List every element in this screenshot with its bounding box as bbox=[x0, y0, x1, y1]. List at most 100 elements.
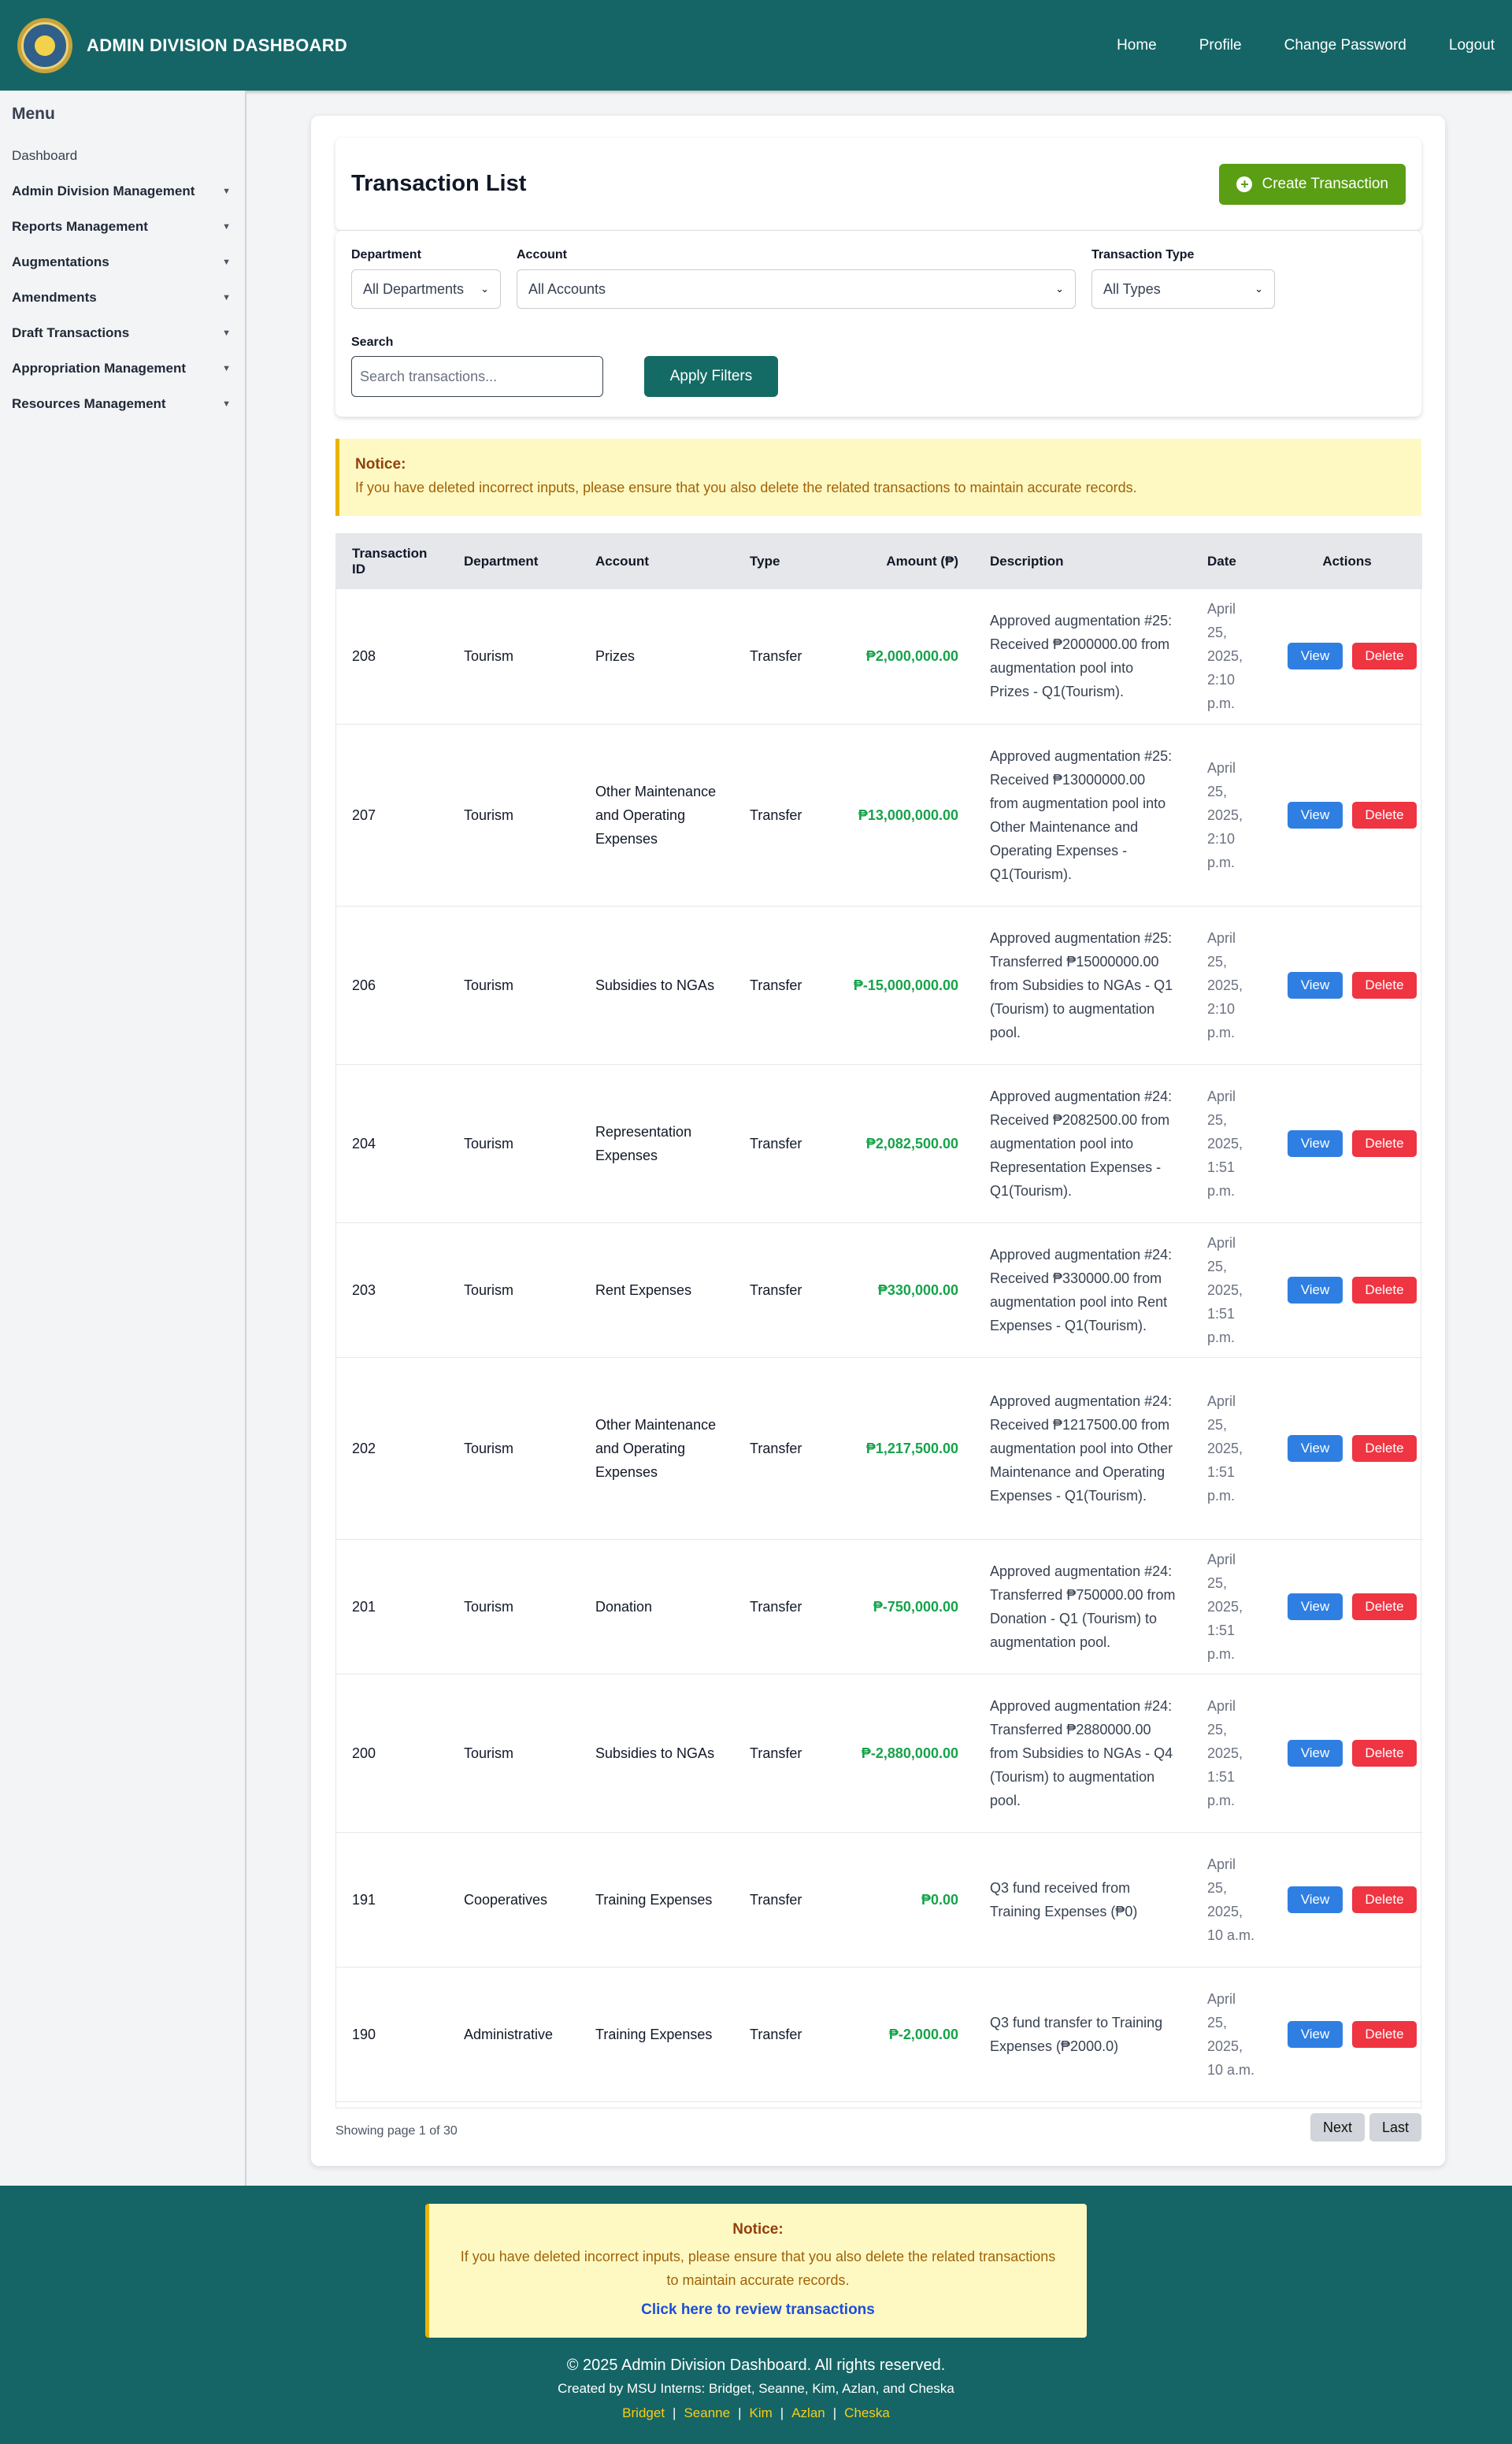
notice-text: If you have deleted incorrect inputs, pl… bbox=[355, 480, 1137, 495]
apply-filters-button[interactable]: Apply Filters bbox=[644, 356, 778, 397]
cell-account: Rent Expenses bbox=[580, 1222, 734, 1358]
view-button[interactable]: View bbox=[1288, 643, 1343, 670]
intern-link-bridget[interactable]: Bridget bbox=[622, 2405, 665, 2420]
account-select[interactable]: All Accounts ⌄ bbox=[517, 269, 1076, 309]
cell-amount: ₱-15,000,000.00 bbox=[816, 906, 974, 1065]
col-header-transaction-id[interactable]: Transaction ID bbox=[336, 534, 448, 589]
cell-date: April 25, 2025, 10 a.m. bbox=[1191, 1967, 1272, 2102]
delete-button[interactable]: Delete bbox=[1352, 801, 1417, 829]
transaction-card: Transaction List + Create Transaction De… bbox=[311, 116, 1445, 2166]
chevron-down-icon: ⌄ bbox=[1055, 283, 1064, 295]
col-header-description[interactable]: Description bbox=[974, 534, 1191, 589]
delete-button[interactable]: Delete bbox=[1352, 643, 1417, 670]
delete-button[interactable]: Delete bbox=[1352, 971, 1417, 999]
cell-description: Approved augmentation #25: Transferred ₱… bbox=[974, 906, 1191, 1065]
review-transactions-link[interactable]: Click here to review transactions bbox=[429, 2301, 1087, 2319]
view-button[interactable]: View bbox=[1288, 1129, 1343, 1157]
cell-date: April 25, 2025, 2:10 p.m. bbox=[1191, 589, 1272, 725]
col-header-amount[interactable]: Amount (₱) bbox=[816, 534, 974, 589]
account-select-value: All Accounts bbox=[528, 280, 606, 297]
cell-description: Q3 fund transfer to Training Expenses (₱… bbox=[974, 1967, 1191, 2102]
cell-actions: View Delete bbox=[1272, 589, 1422, 725]
cell-type: Transfer bbox=[734, 1064, 816, 1223]
nav-logout-link[interactable]: Logout bbox=[1449, 37, 1495, 54]
delete-button[interactable]: Delete bbox=[1352, 1739, 1417, 1767]
seal-logo-icon bbox=[17, 17, 72, 73]
delete-button[interactable]: Delete bbox=[1352, 1886, 1417, 1913]
transaction-type-select[interactable]: All Types ⌄ bbox=[1091, 269, 1275, 309]
cell-department: Tourism bbox=[448, 724, 580, 907]
view-button[interactable]: View bbox=[1288, 801, 1343, 829]
sidebar-item-reports-management[interactable]: Reports Management ▼ bbox=[0, 209, 245, 244]
view-button[interactable]: View bbox=[1288, 1276, 1343, 1304]
nav-home-link[interactable]: Home bbox=[1117, 37, 1157, 54]
department-select[interactable]: All Departments ⌄ bbox=[351, 269, 501, 309]
table-header-row: Transaction ID Department Account Type A… bbox=[336, 534, 1422, 589]
sidebar-item-label: Draft Transactions bbox=[12, 325, 130, 340]
view-button[interactable]: View bbox=[1288, 2020, 1343, 2048]
sidebar-item-resources-management[interactable]: Resources Management ▼ bbox=[0, 386, 245, 421]
delete-button[interactable]: Delete bbox=[1352, 1129, 1417, 1157]
view-button[interactable]: View bbox=[1288, 1739, 1343, 1767]
pagination-info: Showing page 1 of 30 bbox=[335, 2124, 458, 2138]
cell-amount: ₱-2,000.00 bbox=[816, 1967, 974, 2102]
create-transaction-label: Create Transaction bbox=[1262, 175, 1388, 192]
footer-notice-title: Notice: bbox=[732, 2221, 784, 2238]
sidebar-item-augmentations[interactable]: Augmentations ▼ bbox=[0, 244, 245, 280]
app-title: ADMIN DIVISION DASHBOARD bbox=[87, 35, 348, 55]
filter-panel: Department All Departments ⌄ Account All … bbox=[335, 231, 1421, 417]
intern-links: Bridget | Seanne | Kim | Azlan | Cheska bbox=[622, 2405, 890, 2420]
create-transaction-button[interactable]: + Create Transaction bbox=[1219, 163, 1406, 205]
table-row: 201 Tourism Donation Transfer ₱-750,000.… bbox=[336, 1539, 1422, 1674]
delete-button[interactable]: Delete bbox=[1352, 1434, 1417, 1462]
nav-profile-link[interactable]: Profile bbox=[1199, 37, 1242, 54]
cell-description: Approved augmentation #24: Transferred ₱… bbox=[974, 1674, 1191, 1833]
cell-type: Transfer bbox=[734, 906, 816, 1065]
view-button[interactable]: View bbox=[1288, 1434, 1343, 1462]
footer-notice: Notice: If you have deleted incorrect in… bbox=[425, 2204, 1087, 2338]
sidebar-item-amendments[interactable]: Amendments ▼ bbox=[0, 280, 245, 315]
last-page-button[interactable]: Last bbox=[1369, 2113, 1421, 2142]
cell-date: April 25, 2025, 2:10 p.m. bbox=[1191, 724, 1272, 907]
cell-department: Tourism bbox=[448, 1357, 580, 1540]
cell-department: Tourism bbox=[448, 1539, 580, 1674]
cell-actions: View Delete bbox=[1272, 1832, 1422, 1967]
sidebar-item-appropriation-management[interactable]: Appropriation Management ▼ bbox=[0, 350, 245, 386]
delete-button[interactable]: Delete bbox=[1352, 1276, 1417, 1304]
intern-link-cheska[interactable]: Cheska bbox=[844, 2405, 890, 2420]
delete-button[interactable]: Delete bbox=[1352, 2020, 1417, 2048]
caret-down-icon: ▼ bbox=[222, 292, 231, 302]
cell-description: Q3 fund received from Training Expenses … bbox=[974, 1832, 1191, 1967]
sidebar-item-draft-transactions[interactable]: Draft Transactions ▼ bbox=[0, 315, 245, 350]
cell-description: Approved augmentation #24: Transferred ₱… bbox=[974, 1539, 1191, 1674]
cell-description: Approved augmentation #24: Received ₱121… bbox=[974, 1357, 1191, 1540]
delete-button[interactable]: Delete bbox=[1352, 1593, 1417, 1620]
cell-type: Transfer bbox=[734, 1967, 816, 2102]
next-page-button[interactable]: Next bbox=[1310, 2113, 1365, 2142]
cell-amount: ₱-750,000.00 bbox=[816, 1539, 974, 1674]
title-bar: Transaction List + Create Transaction bbox=[335, 138, 1421, 230]
notice-title: Notice: bbox=[355, 456, 406, 473]
col-header-department[interactable]: Department bbox=[448, 534, 580, 589]
search-input[interactable] bbox=[351, 356, 603, 397]
cell-id: 208 bbox=[336, 589, 448, 725]
intern-link-kim[interactable]: Kim bbox=[750, 2405, 773, 2420]
cell-amount: ₱2,000,000.00 bbox=[816, 589, 974, 725]
view-button[interactable]: View bbox=[1288, 1886, 1343, 1913]
sidebar-item-dashboard[interactable]: Dashboard bbox=[0, 138, 245, 173]
account-filter-label: Account bbox=[517, 248, 567, 261]
view-button[interactable]: View bbox=[1288, 1593, 1343, 1620]
cell-department: Tourism bbox=[448, 1674, 580, 1833]
cell-amount: ₱-2,880,000.00 bbox=[816, 1674, 974, 1833]
cell-type: Transfer bbox=[734, 1539, 816, 1674]
cell-date: April 25, 2025, 1:51 p.m. bbox=[1191, 1674, 1272, 1833]
nav-change-password-link[interactable]: Change Password bbox=[1284, 37, 1406, 54]
sidebar-item-admin-division-management[interactable]: Admin Division Management ▼ bbox=[0, 173, 245, 209]
col-header-type[interactable]: Type bbox=[734, 534, 816, 589]
col-header-account[interactable]: Account bbox=[580, 534, 734, 589]
col-header-date[interactable]: Date bbox=[1191, 534, 1272, 589]
cell-account: Subsidies to NGAs bbox=[580, 906, 734, 1065]
view-button[interactable]: View bbox=[1288, 971, 1343, 999]
intern-link-seanne[interactable]: Seanne bbox=[684, 2405, 730, 2420]
intern-link-azlan[interactable]: Azlan bbox=[791, 2405, 825, 2420]
